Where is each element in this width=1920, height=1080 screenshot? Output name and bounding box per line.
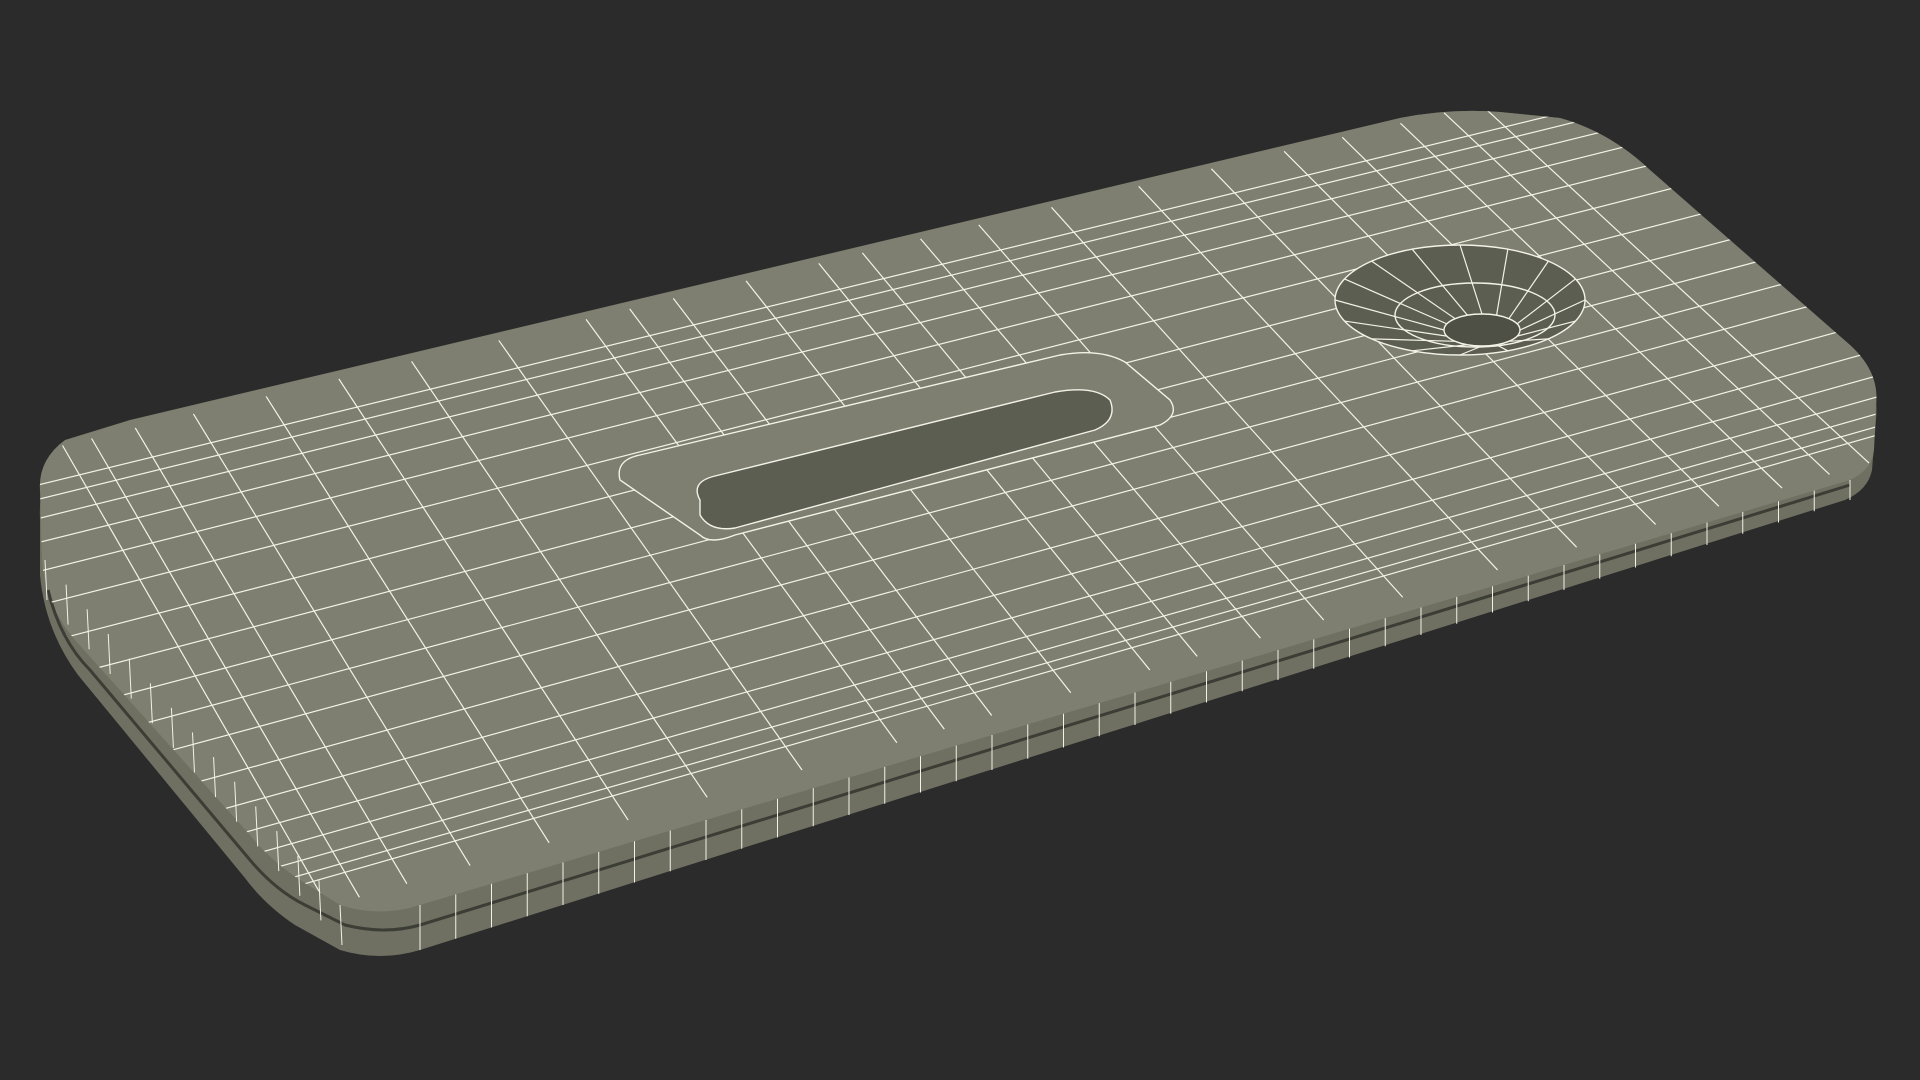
case-top-face	[39, 110, 1877, 912]
render-viewport	[0, 0, 1920, 1080]
wireframe-model-render	[39, 110, 1877, 957]
camera-cutout	[1334, 244, 1586, 356]
camera-hole	[1443, 313, 1521, 347]
